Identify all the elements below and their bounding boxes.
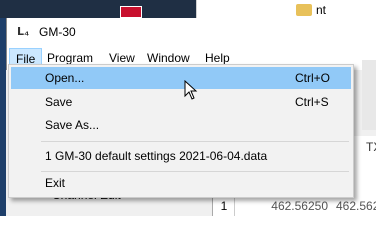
save-as-label: Save As...: [45, 118, 100, 132]
app-icon: Ⅼ₄: [17, 26, 30, 38]
save-label: Save: [45, 95, 73, 109]
folder-icon[interactable]: [296, 4, 312, 16]
file-menu-dropdown: Open... Ctrl+O Save Ctrl+S Save As... 1 …: [8, 64, 354, 198]
menu-item-exit[interactable]: Exit: [11, 172, 351, 194]
window-title: GM-30: [39, 25, 76, 39]
mouse-cursor-icon: [184, 80, 198, 100]
recent-file-label: 1 GM-30 default settings 2021-06-04.data: [45, 149, 268, 163]
open-label: Open...: [45, 71, 85, 85]
table-cell-tx-frequency[interactable]: 462.56250: [336, 196, 376, 216]
menu-item-save-as[interactable]: Save As...: [11, 114, 351, 136]
table-cell-row-number[interactable]: 1: [214, 196, 235, 216]
column-header-tx[interactable]: TX: [366, 140, 376, 154]
menu-item-open[interactable]: Open... Ctrl+O: [11, 67, 351, 89]
folder-label[interactable]: nt: [316, 3, 326, 17]
menu-item-recent-file[interactable]: 1 GM-30 default settings 2021-06-04.data: [11, 145, 351, 167]
background-window-strip: [0, 0, 200, 18]
taskbar-icon: [120, 6, 142, 18]
open-shortcut: Ctrl+O: [295, 71, 331, 85]
title-bar: Ⅼ₄ GM-30: [7, 18, 376, 46]
exit-label: Exit: [45, 176, 66, 190]
scrollbar[interactable]: [362, 60, 376, 130]
save-shortcut: Ctrl+S: [295, 95, 329, 109]
menu-separator: [41, 141, 349, 142]
menu-item-save[interactable]: Save Ctrl+S: [11, 91, 351, 113]
table-cell-rx-frequency[interactable]: 462.56250: [240, 196, 328, 216]
